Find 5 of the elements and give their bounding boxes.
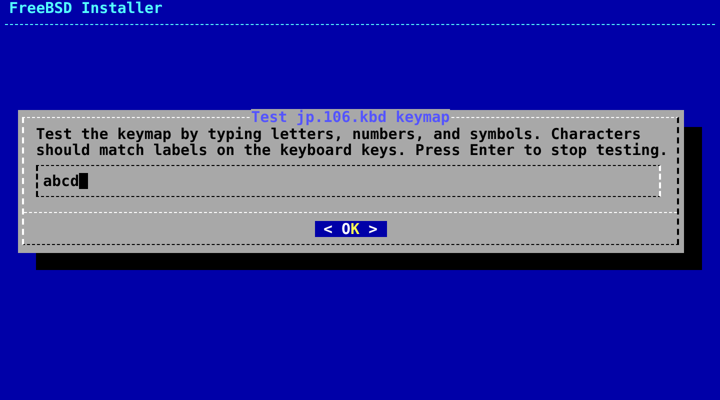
dialog-message: Test the keymap by typing letters, numbers, and symbols. Characters should match labels on the keyboard keys. Press Enter to stop testing. xyxy=(36,126,668,158)
installer-title: FreeBSD Installer xyxy=(9,0,163,16)
input-field[interactable]: abcd xyxy=(36,165,661,197)
ok-button[interactable]: < OK > xyxy=(314,221,386,237)
dialog-title: Test jp.106.kbd keymap xyxy=(251,109,450,125)
